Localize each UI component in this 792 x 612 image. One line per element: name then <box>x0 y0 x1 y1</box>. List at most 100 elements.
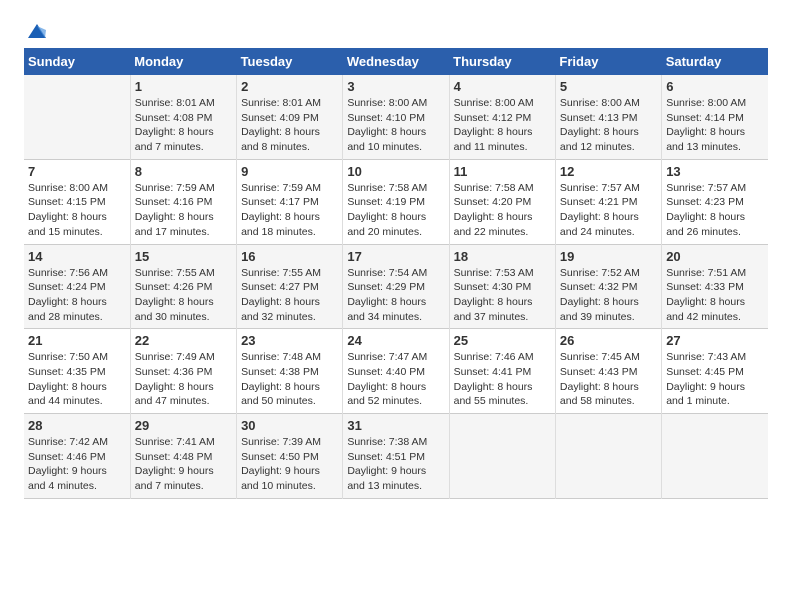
cell-sun-info: Sunrise: 7:38 AM Sunset: 4:51 PM Dayligh… <box>347 435 444 494</box>
day-number: 1 <box>135 79 232 94</box>
day-number: 17 <box>347 249 444 264</box>
day-number: 16 <box>241 249 338 264</box>
day-number: 10 <box>347 164 444 179</box>
cell-sun-info: Sunrise: 7:41 AM Sunset: 4:48 PM Dayligh… <box>135 435 232 494</box>
cell-sun-info: Sunrise: 7:47 AM Sunset: 4:40 PM Dayligh… <box>347 350 444 409</box>
cell-sun-info: Sunrise: 7:48 AM Sunset: 4:38 PM Dayligh… <box>241 350 338 409</box>
cell-sun-info: Sunrise: 8:00 AM Sunset: 4:15 PM Dayligh… <box>28 181 126 240</box>
day-number: 6 <box>666 79 764 94</box>
day-number: 5 <box>560 79 657 94</box>
calendar-cell: 13Sunrise: 7:57 AM Sunset: 4:23 PM Dayli… <box>662 159 768 244</box>
day-number: 3 <box>347 79 444 94</box>
calendar-cell: 29 Sunrise: 7:41 AM Sunset: 4:48 PM Dayli… <box>130 414 236 499</box>
cell-sun-info: Sunrise: 8:00 AM Sunset: 4:12 PM Dayligh… <box>454 96 551 155</box>
cell-sun-info: Sunrise: 7:43 AM Sunset: 4:45 PM Dayligh… <box>666 350 764 409</box>
calendar-cell: 3Sunrise: 8:00 AM Sunset: 4:10 PM Daylig… <box>343 75 449 159</box>
calendar-cell <box>24 75 130 159</box>
day-number: 24 <box>347 333 444 348</box>
day-of-week-header: Thursday <box>449 48 555 75</box>
day-number: 8 <box>135 164 232 179</box>
calendar-cell: 28Sunrise: 7:42 AM Sunset: 4:46 PM Dayli… <box>24 414 130 499</box>
calendar-cell: 21 Sunrise: 7:50 AM Sunset: 4:35 PM Dayli… <box>24 329 130 414</box>
cell-sun-info: Sunrise: 8:00 AM Sunset: 4:14 PM Dayligh… <box>666 96 764 155</box>
cell-sun-info: Sunrise: 7:39 AM Sunset: 4:50 PM Dayligh… <box>241 435 338 494</box>
calendar-cell <box>662 414 768 499</box>
cell-sun-info: Sunrise: 7:50 AM Sunset: 4:35 PM Dayligh… <box>28 350 126 409</box>
calendar-week-row: 7 Sunrise: 8:00 AM Sunset: 4:15 PM Daylig… <box>24 159 768 244</box>
calendar-cell: 12 Sunrise: 7:57 AM Sunset: 4:21 PM Dayli… <box>555 159 661 244</box>
calendar-cell: 23 Sunrise: 7:48 AM Sunset: 4:38 PM Dayli… <box>237 329 343 414</box>
calendar-cell: 18 Sunrise: 7:53 AM Sunset: 4:30 PM Dayli… <box>449 244 555 329</box>
day-number: 15 <box>135 249 232 264</box>
day-number: 30 <box>241 418 338 433</box>
calendar-cell: 14 Sunrise: 7:56 AM Sunset: 4:24 PM Dayli… <box>24 244 130 329</box>
cell-sun-info: Sunrise: 8:01 AM Sunset: 4:09 PM Dayligh… <box>241 96 338 155</box>
calendar-cell: 11 Sunrise: 7:58 AM Sunset: 4:20 PM Dayli… <box>449 159 555 244</box>
day-of-week-header: Monday <box>130 48 236 75</box>
logo <box>24 20 48 38</box>
calendar-cell: 1 Sunrise: 8:01 AM Sunset: 4:08 PM Daylig… <box>130 75 236 159</box>
calendar-cell: 25 Sunrise: 7:46 AM Sunset: 4:41 PM Dayli… <box>449 329 555 414</box>
calendar-cell: 15 Sunrise: 7:55 AM Sunset: 4:26 PM Dayli… <box>130 244 236 329</box>
cell-sun-info: Sunrise: 8:00 AM Sunset: 4:13 PM Dayligh… <box>560 96 657 155</box>
cell-sun-info: Sunrise: 7:58 AM Sunset: 4:20 PM Dayligh… <box>454 181 551 240</box>
cell-sun-info: Sunrise: 7:53 AM Sunset: 4:30 PM Dayligh… <box>454 266 551 325</box>
calendar-cell: 22 Sunrise: 7:49 AM Sunset: 4:36 PM Dayli… <box>130 329 236 414</box>
cell-sun-info: Sunrise: 7:49 AM Sunset: 4:36 PM Dayligh… <box>135 350 232 409</box>
day-number: 18 <box>454 249 551 264</box>
cell-sun-info: Sunrise: 7:45 AM Sunset: 4:43 PM Dayligh… <box>560 350 657 409</box>
day-number: 31 <box>347 418 444 433</box>
cell-sun-info: Sunrise: 7:55 AM Sunset: 4:27 PM Dayligh… <box>241 266 338 325</box>
calendar-cell: 17Sunrise: 7:54 AM Sunset: 4:29 PM Dayli… <box>343 244 449 329</box>
day-number: 23 <box>241 333 338 348</box>
calendar-cell: 7 Sunrise: 8:00 AM Sunset: 4:15 PM Daylig… <box>24 159 130 244</box>
day-number: 22 <box>135 333 232 348</box>
calendar-cell: 26 Sunrise: 7:45 AM Sunset: 4:43 PM Dayli… <box>555 329 661 414</box>
cell-sun-info: Sunrise: 8:01 AM Sunset: 4:08 PM Dayligh… <box>135 96 232 155</box>
day-number: 27 <box>666 333 764 348</box>
day-number: 21 <box>28 333 126 348</box>
calendar-cell: 20 Sunrise: 7:51 AM Sunset: 4:33 PM Dayli… <box>662 244 768 329</box>
day-number: 13 <box>666 164 764 179</box>
cell-sun-info: Sunrise: 7:59 AM Sunset: 4:16 PM Dayligh… <box>135 181 232 240</box>
calendar-cell: 16 Sunrise: 7:55 AM Sunset: 4:27 PM Dayli… <box>237 244 343 329</box>
cell-sun-info: Sunrise: 7:57 AM Sunset: 4:21 PM Dayligh… <box>560 181 657 240</box>
calendar-header-row: SundayMondayTuesdayWednesdayThursdayFrid… <box>24 48 768 75</box>
calendar-cell <box>449 414 555 499</box>
day-number: 2 <box>241 79 338 94</box>
day-number: 25 <box>454 333 551 348</box>
day-number: 29 <box>135 418 232 433</box>
cell-sun-info: Sunrise: 7:59 AM Sunset: 4:17 PM Dayligh… <box>241 181 338 240</box>
calendar-cell: 30 Sunrise: 7:39 AM Sunset: 4:50 PM Dayli… <box>237 414 343 499</box>
day-number: 26 <box>560 333 657 348</box>
day-number: 14 <box>28 249 126 264</box>
calendar-cell: 6 Sunrise: 8:00 AM Sunset: 4:14 PM Daylig… <box>662 75 768 159</box>
cell-sun-info: Sunrise: 7:58 AM Sunset: 4:19 PM Dayligh… <box>347 181 444 240</box>
calendar-cell: 27 Sunrise: 7:43 AM Sunset: 4:45 PM Dayli… <box>662 329 768 414</box>
day-of-week-header: Friday <box>555 48 661 75</box>
day-number: 7 <box>28 164 126 179</box>
cell-sun-info: Sunrise: 7:55 AM Sunset: 4:26 PM Dayligh… <box>135 266 232 325</box>
day-of-week-header: Wednesday <box>343 48 449 75</box>
calendar-cell: 24 Sunrise: 7:47 AM Sunset: 4:40 PM Dayli… <box>343 329 449 414</box>
page-header <box>24 20 768 38</box>
calendar-cell: 19Sunrise: 7:52 AM Sunset: 4:32 PM Dayli… <box>555 244 661 329</box>
calendar-cell <box>555 414 661 499</box>
calendar-table: SundayMondayTuesdayWednesdayThursdayFrid… <box>24 48 768 499</box>
cell-sun-info: Sunrise: 7:46 AM Sunset: 4:41 PM Dayligh… <box>454 350 551 409</box>
day-number: 12 <box>560 164 657 179</box>
day-number: 20 <box>666 249 764 264</box>
cell-sun-info: Sunrise: 7:56 AM Sunset: 4:24 PM Dayligh… <box>28 266 126 325</box>
calendar-cell: 8 Sunrise: 7:59 AM Sunset: 4:16 PM Daylig… <box>130 159 236 244</box>
calendar-cell: 5 Sunrise: 8:00 AM Sunset: 4:13 PM Daylig… <box>555 75 661 159</box>
day-number: 11 <box>454 164 551 179</box>
logo-icon <box>26 20 48 42</box>
cell-sun-info: Sunrise: 7:51 AM Sunset: 4:33 PM Dayligh… <box>666 266 764 325</box>
day-of-week-header: Saturday <box>662 48 768 75</box>
calendar-week-row: 14 Sunrise: 7:56 AM Sunset: 4:24 PM Dayli… <box>24 244 768 329</box>
calendar-cell: 31 Sunrise: 7:38 AM Sunset: 4:51 PM Dayli… <box>343 414 449 499</box>
day-of-week-header: Sunday <box>24 48 130 75</box>
calendar-cell: 9Sunrise: 7:59 AM Sunset: 4:17 PM Daylig… <box>237 159 343 244</box>
calendar-week-row: 28Sunrise: 7:42 AM Sunset: 4:46 PM Dayli… <box>24 414 768 499</box>
cell-sun-info: Sunrise: 7:42 AM Sunset: 4:46 PM Dayligh… <box>28 435 126 494</box>
